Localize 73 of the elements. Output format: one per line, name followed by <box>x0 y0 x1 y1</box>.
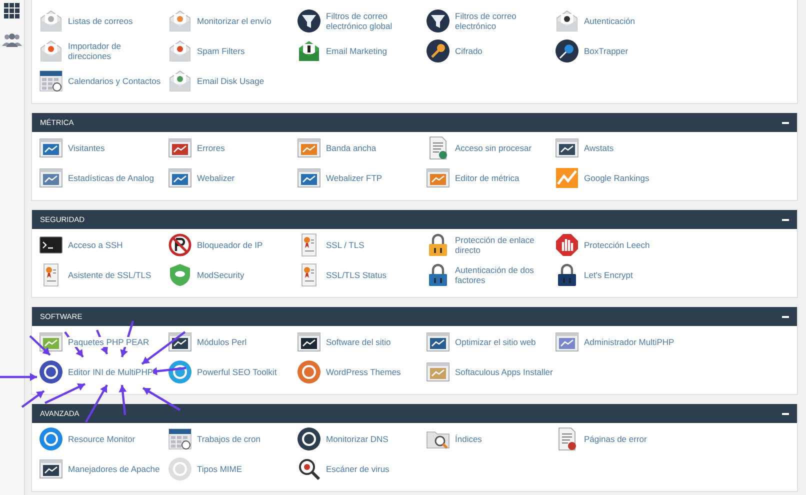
tool-link[interactable]: Manejadores de Apache <box>68 464 160 474</box>
users-icon[interactable] <box>2 33 22 47</box>
calendar-icon[interactable] <box>168 427 192 451</box>
tool-link[interactable]: Monitorizar el envío <box>197 16 272 26</box>
grid-icon[interactable] <box>4 3 20 19</box>
window-icon[interactable] <box>168 330 192 354</box>
window-icon[interactable] <box>555 136 579 160</box>
tool-link[interactable]: SSL/TLS Status <box>326 270 386 280</box>
tool-link[interactable]: Softaculous Apps Installer <box>455 366 553 378</box>
tool-link[interactable]: BoxTrapper <box>584 46 628 56</box>
tool-link[interactable]: Administrador MultiPHP <box>584 336 674 348</box>
circle-icon[interactable] <box>297 427 321 451</box>
tool-link[interactable]: Índices <box>455 434 482 444</box>
padlock-icon[interactable] <box>426 263 450 287</box>
arrow <box>0 373 37 381</box>
stop-sign-icon[interactable] <box>555 233 579 257</box>
key-icon[interactable] <box>426 39 450 63</box>
arrow <box>29 335 51 356</box>
tool-link[interactable]: ModSecurity <box>197 270 244 280</box>
tool-link[interactable]: Let's Encrypt <box>584 270 633 280</box>
tool-link[interactable]: Bloqueador de IP <box>197 240 263 250</box>
tool-link[interactable]: Tipos MIME <box>197 464 242 474</box>
tool-link[interactable]: Editor de métrica <box>455 172 520 184</box>
window-icon[interactable] <box>39 457 63 481</box>
tool-link[interactable]: Software del sitio <box>326 336 391 348</box>
tool-link[interactable]: Visitantes <box>68 142 105 154</box>
tool-link[interactable]: Errores <box>197 142 225 154</box>
tool-link[interactable]: SSL / TLS <box>326 240 364 250</box>
tool-link[interactable]: Listas de correos <box>68 16 133 26</box>
tool-link[interactable]: Google Rankings <box>584 172 650 184</box>
tool-link[interactable]: Escáner de virus <box>326 464 390 474</box>
tool-link[interactable]: WordPress Themes <box>326 366 401 378</box>
magnifier-icon[interactable] <box>297 457 321 481</box>
shield-icon[interactable] <box>168 263 192 287</box>
tool-link[interactable]: Email Marketing <box>326 46 387 56</box>
tool-link[interactable]: Acceso sin procesar <box>455 142 532 154</box>
tool-link[interactable]: Email Disk Usage <box>197 76 264 86</box>
tool-link[interactable]: Calendarios y Contactos <box>68 76 161 86</box>
arrow <box>142 387 181 411</box>
tool-link[interactable]: Cifrado <box>455 46 482 56</box>
tool-link[interactable]: Páginas de error <box>584 434 647 444</box>
tool-link[interactable]: Spam Filters <box>197 46 245 56</box>
circle-icon[interactable] <box>39 360 63 384</box>
tool-link[interactable]: Resource Monitor <box>68 434 136 444</box>
padlock-icon[interactable] <box>555 263 579 287</box>
tool-link[interactable]: Webalizer FTP <box>326 172 382 184</box>
window-icon[interactable] <box>297 330 321 354</box>
tool-link[interactable]: Trabajos de cron <box>197 434 260 444</box>
tool-link[interactable]: Protección Leech <box>584 240 650 250</box>
tool-link[interactable]: Paquetes PHP PEAR <box>68 336 150 348</box>
tool-link[interactable]: Módulos Perl <box>197 336 247 348</box>
tool-link[interactable]: Monitorizar DNS <box>326 434 388 444</box>
funnel-icon[interactable] <box>426 9 450 33</box>
tool-link[interactable]: Asistente de SSL/TLS <box>68 270 152 280</box>
circle-icon[interactable] <box>168 360 192 384</box>
padlock-icon[interactable] <box>426 233 450 257</box>
window-icon[interactable] <box>39 330 63 354</box>
tool-link[interactable]: Acceso a SSH <box>68 240 123 250</box>
window-icon[interactable] <box>426 330 450 354</box>
tool-link[interactable]: Webalizer <box>197 172 235 184</box>
tool-link[interactable]: Editor INI de MultiPHP <box>68 366 154 378</box>
tool-link[interactable]: Optimizar el sitio web <box>455 336 536 348</box>
calendar-icon[interactable] <box>39 69 63 93</box>
prohibition-icon[interactable] <box>168 233 192 257</box>
tool-link[interactable]: Autenticación <box>584 16 636 26</box>
envelope-icon[interactable] <box>297 39 321 63</box>
envelope-icon[interactable] <box>555 9 579 33</box>
funnel-icon[interactable] <box>297 9 321 33</box>
tool-link[interactable]: Powerful SEO Toolkit <box>197 366 277 378</box>
tool-link[interactable]: Banda ancha <box>326 142 376 154</box>
arrow <box>118 384 127 416</box>
tool-link[interactable]: Awstats <box>584 142 614 154</box>
tool-link[interactable]: Estadísticas de Analog <box>68 172 154 184</box>
